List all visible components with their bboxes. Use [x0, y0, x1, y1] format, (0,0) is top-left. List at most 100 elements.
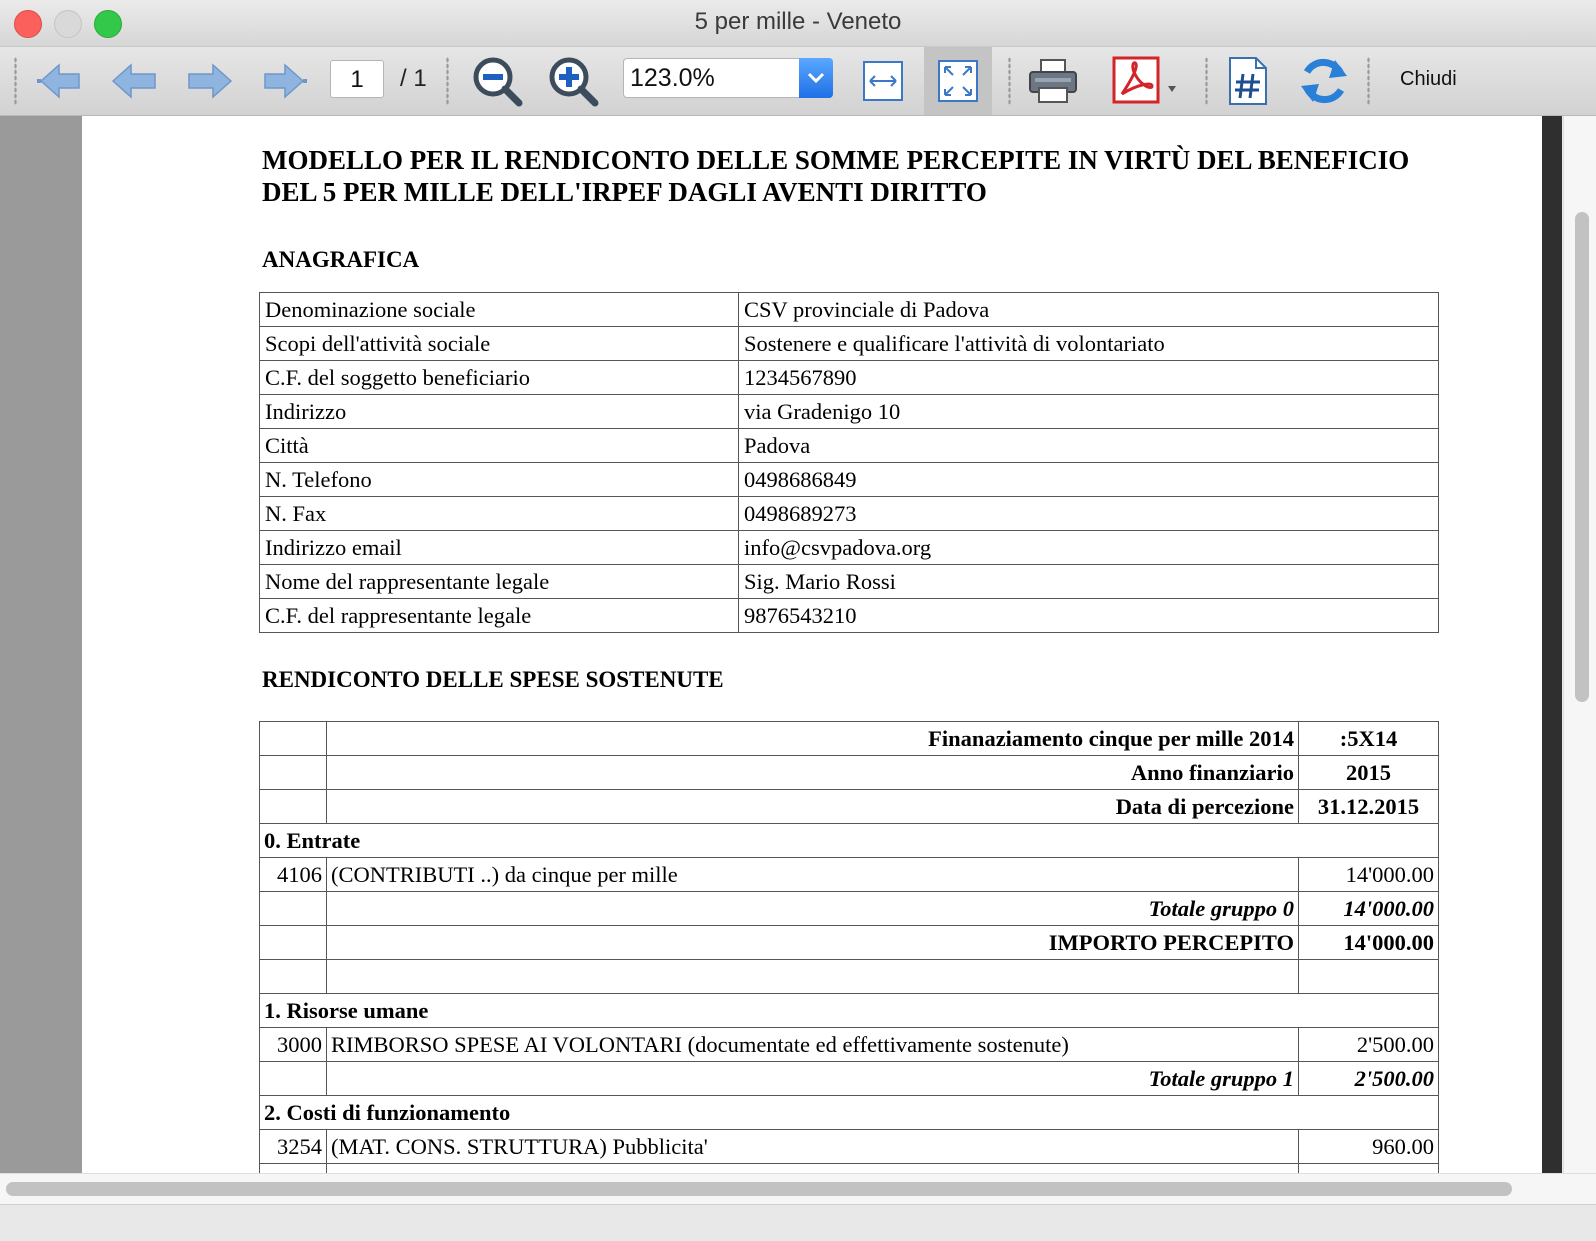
anagrafica-label: C.F. del soggetto beneficiario: [259, 360, 739, 395]
account-amount: 14'000.00: [1298, 857, 1439, 892]
zoom-in-button[interactable]: [546, 55, 602, 107]
horizontal-scroll-thumb[interactable]: [6, 1182, 1512, 1196]
close-button[interactable]: Chiudi: [1400, 68, 1457, 91]
fit-page-button[interactable]: [924, 47, 992, 115]
last-page-icon: [264, 63, 307, 99]
document-viewer[interactable]: MODELLO PER IL RENDICONTO DELLE SOMME PE…: [0, 116, 1562, 1173]
pdf-export-button[interactable]: [1112, 55, 1184, 107]
importo-percepito-value: 14'000.00: [1298, 925, 1439, 960]
zoom-out-button[interactable]: [470, 55, 526, 107]
page-number-input[interactable]: 1: [330, 60, 384, 98]
page-edge-shadow: [1542, 116, 1562, 1173]
group-title: 2. Costi di funzionamento: [259, 1095, 1439, 1130]
anno-value: 2015: [1298, 755, 1439, 790]
account-description: (MAT. CONS. STRUTTURA) Pubblicita': [326, 1129, 1299, 1164]
table-row: Città Padova: [259, 428, 1439, 463]
anagrafica-value: 9876543210: [738, 598, 1439, 633]
fit-page-icon: [938, 60, 978, 102]
window-title: 5 per mille - Veneto: [694, 8, 902, 35]
group-total-label: Totale gruppo 0: [326, 891, 1299, 926]
horizontal-scrollbar[interactable]: [0, 1173, 1596, 1204]
table-row: Finanaziamento cinque per mille 2014 :5X…: [259, 721, 1439, 756]
status-bar: [0, 1204, 1596, 1241]
account-amount: 960.00: [1298, 1129, 1439, 1164]
next-page-icon: [188, 63, 233, 99]
previous-page-button[interactable]: [108, 55, 160, 107]
toolbar-separator: [446, 57, 449, 105]
anagrafica-value: CSV provinciale di Padova: [738, 292, 1439, 327]
refresh-icon: [1301, 58, 1347, 104]
anagrafica-table: Denominazione sociale CSV provinciale di …: [259, 292, 1439, 633]
table-row: Indirizzo via Gradenigo 10: [259, 394, 1439, 429]
table-row: [259, 959, 1439, 994]
table-row: Totale gruppo 1 2'500.00: [259, 1061, 1439, 1096]
document-title: MODELLO PER IL RENDICONTO DELLE SOMME PE…: [262, 145, 1410, 207]
toolbar-separator: [1008, 57, 1011, 105]
vertical-scroll-thumb[interactable]: [1575, 212, 1589, 702]
account-description: RIMBORSO SPESE AI VOLONTARI (documentate…: [326, 1027, 1299, 1062]
rendiconto-table: Finanaziamento cinque per mille 2014 :5X…: [259, 721, 1439, 1173]
zoom-out-icon: [473, 57, 523, 107]
finanziamento-value: :5X14: [1298, 721, 1439, 756]
group-title: 0. Entrate: [259, 823, 1439, 858]
table-row: Data di percezione 31.12.2015: [259, 789, 1439, 824]
anagrafica-value: 1234567890: [738, 360, 1439, 395]
fit-width-button[interactable]: [860, 55, 906, 107]
refresh-button[interactable]: [1296, 55, 1352, 107]
importo-percepito-label: IMPORTO PERCEPITO: [326, 925, 1299, 960]
account-code: 4106: [259, 857, 327, 892]
anagrafica-label: Scopi dell'attività sociale: [259, 326, 739, 361]
group-title: 1. Risorse umane: [259, 993, 1439, 1028]
vertical-scrollbar[interactable]: [1563, 116, 1596, 1173]
next-page-button[interactable]: [184, 55, 236, 107]
group-total-value: 2'500.00: [1298, 1061, 1439, 1096]
pdf-export-icon: [1112, 56, 1176, 104]
anagrafica-value: info@csvpadova.org: [738, 530, 1439, 565]
anagrafica-label: Indirizzo email: [259, 530, 739, 565]
section-heading-anagrafica: ANAGRAFICA: [262, 247, 420, 272]
account-amount: 2'500.00: [1298, 1027, 1439, 1062]
toolbar-separator: [1205, 57, 1208, 105]
table-row: Totale gruppo 0 14'000.00: [259, 891, 1439, 926]
anagrafica-value: Sostenere e qualificare l'attività di vo…: [738, 326, 1439, 361]
print-button[interactable]: [1024, 55, 1082, 107]
page-number-icon: [1229, 57, 1267, 105]
account-code: 3254: [259, 1129, 327, 1164]
page-number-button[interactable]: [1226, 55, 1270, 107]
viewer-window: 5 per mille - Veneto 1 / 1 123.0% Chiudi…: [0, 0, 1596, 1241]
table-row: IMPORTO PERCEPITO 14'000.00: [259, 925, 1439, 960]
zoom-level-select[interactable]: 123.0%: [623, 58, 833, 98]
data-value: 31.12.2015: [1298, 789, 1439, 824]
table-row: C.F. del soggetto beneficiario 1234567890: [259, 360, 1439, 395]
table-row: Anno finanziario 2015: [259, 755, 1439, 790]
previous-page-icon: [111, 63, 156, 99]
table-row: [259, 1163, 1439, 1173]
page-total-label: / 1: [400, 65, 427, 92]
chevron-down-icon[interactable]: [799, 58, 833, 98]
first-page-button[interactable]: [34, 55, 86, 107]
anagrafica-value: via Gradenigo 10: [738, 394, 1439, 429]
account-description: (CONTRIBUTI ..) da cinque per mille: [326, 857, 1299, 892]
table-row: C.F. del rappresentante legale 9876543210: [259, 598, 1439, 633]
zoom-in-icon: [549, 57, 599, 107]
finanziamento-label: Finanaziamento cinque per mille 2014: [326, 721, 1299, 756]
group-total-label: Totale gruppo 1: [326, 1061, 1299, 1096]
anagrafica-label: Indirizzo: [259, 394, 739, 429]
anagrafica-label: C.F. del rappresentante legale: [259, 598, 739, 633]
anno-label: Anno finanziario: [326, 755, 1299, 790]
table-row: 3000 RIMBORSO SPESE AI VOLONTARI (docume…: [259, 1027, 1439, 1062]
anagrafica-value: Sig. Mario Rossi: [738, 564, 1439, 599]
data-label: Data di percezione: [326, 789, 1299, 824]
anagrafica-label: Città: [259, 428, 739, 463]
toolbar-separator: [1367, 57, 1370, 105]
print-icon: [1029, 59, 1077, 103]
anagrafica-value: Padova: [738, 428, 1439, 463]
table-row: N. Telefono 0498686849: [259, 462, 1439, 497]
anagrafica-label: Nome del rappresentante legale: [259, 564, 739, 599]
document-page: MODELLO PER IL RENDICONTO DELLE SOMME PE…: [82, 116, 1542, 1173]
last-page-button[interactable]: [258, 55, 310, 107]
table-row: Scopi dell'attività sociale Sostenere e q…: [259, 326, 1439, 361]
table-row: 1. Risorse umane: [259, 993, 1439, 1028]
table-row: Indirizzo email info@csvpadova.org: [259, 530, 1439, 565]
section-heading-rendiconto: RENDICONTO DELLE SPESE SOSTENUTE: [262, 667, 724, 692]
